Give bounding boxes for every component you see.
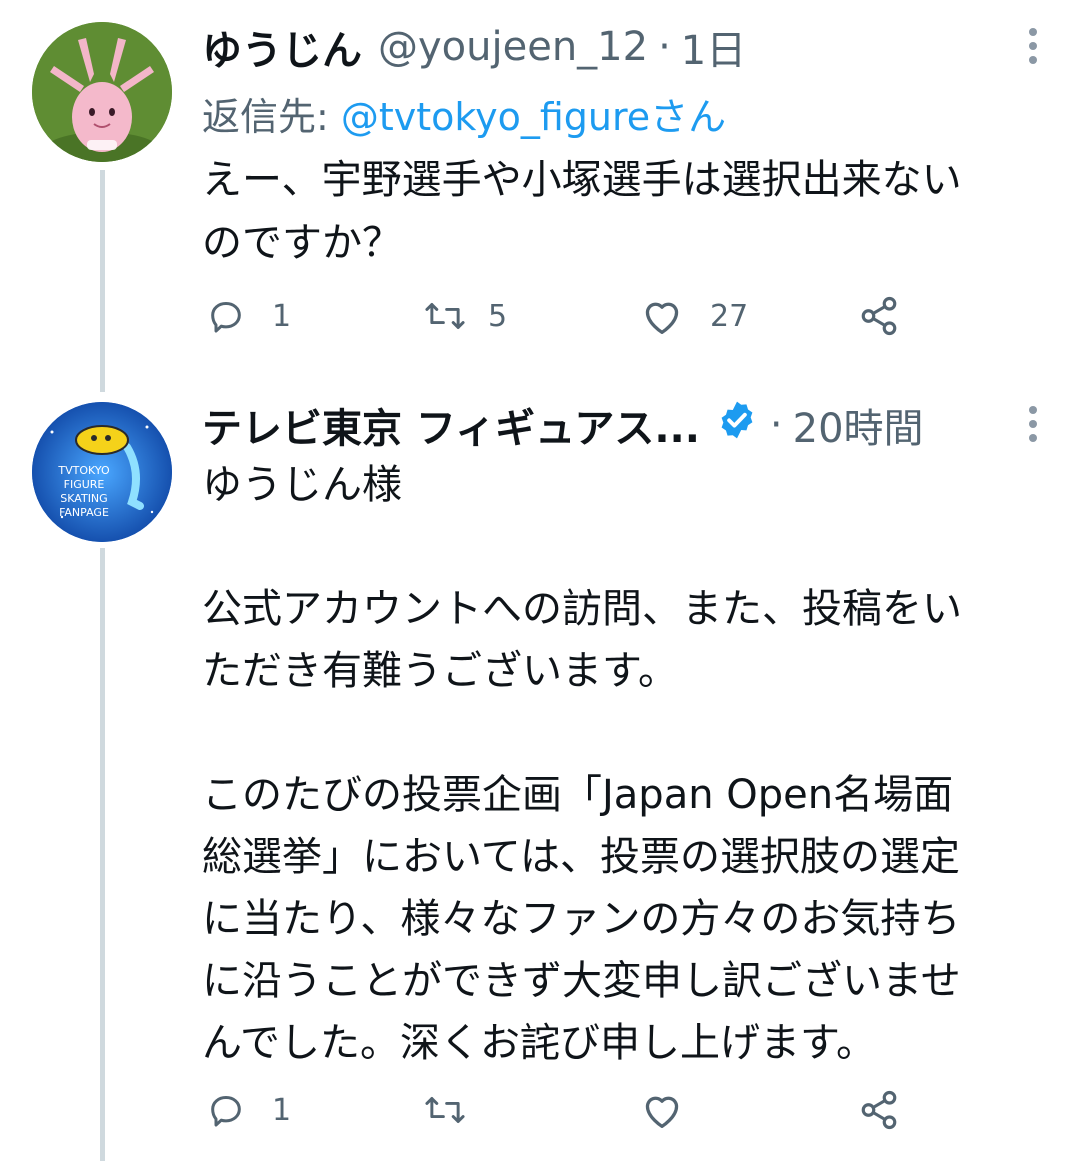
more-icon[interactable] [1027,28,1039,64]
reply-button[interactable]: 1 [206,292,291,340]
share-button[interactable] [858,292,900,340]
timestamp[interactable]: 20時間 [793,396,924,454]
tweet-text-line: このたびの投票企画「Japan Open名場面 [202,772,954,818]
tweet-1[interactable]: ゆうじん @youjeen_12 · 1日 返信先: @tvtokyo_figu… [0,0,1079,380]
share-button[interactable] [858,1086,900,1134]
action-bar: 1 5 27 [202,292,922,340]
separator-dot: · [769,402,783,448]
timestamp[interactable]: 1日 [681,18,746,76]
tweet-text-line: 総選挙」においては、投票の選択肢の選定 [202,834,960,880]
avatar-text-line: SKATING [60,492,107,505]
heart-icon [645,302,679,334]
tweet-text-line: のですか？ [202,220,402,266]
share-icon [861,296,897,336]
tweet-text-line [202,702,1047,764]
retweet-button[interactable] [422,1086,494,1134]
tweet-text: ゆうじん様 公式アカウントへの訪問、また、投稿をい ただき有難うございます。 こ… [202,454,1047,1074]
tvtokyo-fanpage-avatar-icon: TVTOKYO FIGURE SKATING FANPAGE [32,402,172,542]
reply-count: 1 [272,298,292,334]
tweet-2[interactable]: TVTOKYO FIGURE SKATING FANPAGE テレビ東京 フィギ… [0,380,1079,1161]
reply-to-mention[interactable]: @tvtokyo_figure [341,95,650,139]
display-name[interactable]: ゆうじん [202,18,362,76]
display-name[interactable]: テレビ東京 フィギュアス... [202,396,700,454]
like-button[interactable] [640,1086,710,1134]
tweet-text: えー、宇野選手や小塚選手は選択出来ない のですか？ [202,150,1047,273]
tweet-header: テレビ東京 フィギュアス... · 20時間 [202,398,924,452]
avatar[interactable] [32,22,172,162]
avatar-text-line: TVTOKYO [57,464,110,477]
avatar[interactable]: TVTOKYO FIGURE SKATING FANPAGE [32,402,172,542]
handle[interactable]: @youjeen_12 [378,24,648,70]
tweet-text-line: ゆうじん様 [202,462,402,508]
avatar-text-line: FANPAGE [59,506,109,519]
reply-icon [211,1096,241,1127]
reply-count: 1 [272,1092,292,1128]
verified-badge-icon [716,399,758,451]
retweet-icon [425,303,465,329]
reply-to-suffix[interactable]: さん [650,95,726,139]
reply-icon [211,302,241,333]
heart-icon [645,1096,679,1128]
pink-creature-avatar-icon [32,22,172,162]
tweet-header: ゆうじん @youjeen_12 · 1日 [202,20,746,74]
retweet-count: 5 [488,298,508,334]
tweet-text-line [202,516,1047,578]
retweet-icon [425,1097,465,1123]
retweet-button[interactable]: 5 [422,292,507,340]
like-button[interactable]: 27 [640,292,748,340]
separator-dot: · [658,24,671,70]
share-icon [861,1090,897,1130]
tweet-text-line: んでした。深くお詫び申し上げます。 [202,1020,876,1066]
reply-button[interactable]: 1 [206,1086,291,1134]
tweet-text-line: ただき有難うございます。 [202,648,678,694]
reply-to-prefix: 返信先: [202,95,341,139]
tweet-text-line: えー、宇野選手や小塚選手は選択出来ない [202,157,962,203]
reply-to: 返信先: @tvtokyo_figureさん [202,86,726,141]
tweet-text-line: に沿うことができず大変申し訳ございませ [202,958,961,1004]
like-count: 27 [710,298,749,334]
avatar-text-line: FIGURE [64,478,105,491]
action-bar: 1 [202,1086,922,1134]
more-icon[interactable] [1027,406,1039,442]
tweet-text-line: に当たり、様々なファンの方々のお気持ち [202,896,961,942]
tweet-text-line: 公式アカウントへの訪問、また、投稿をい [202,586,962,632]
